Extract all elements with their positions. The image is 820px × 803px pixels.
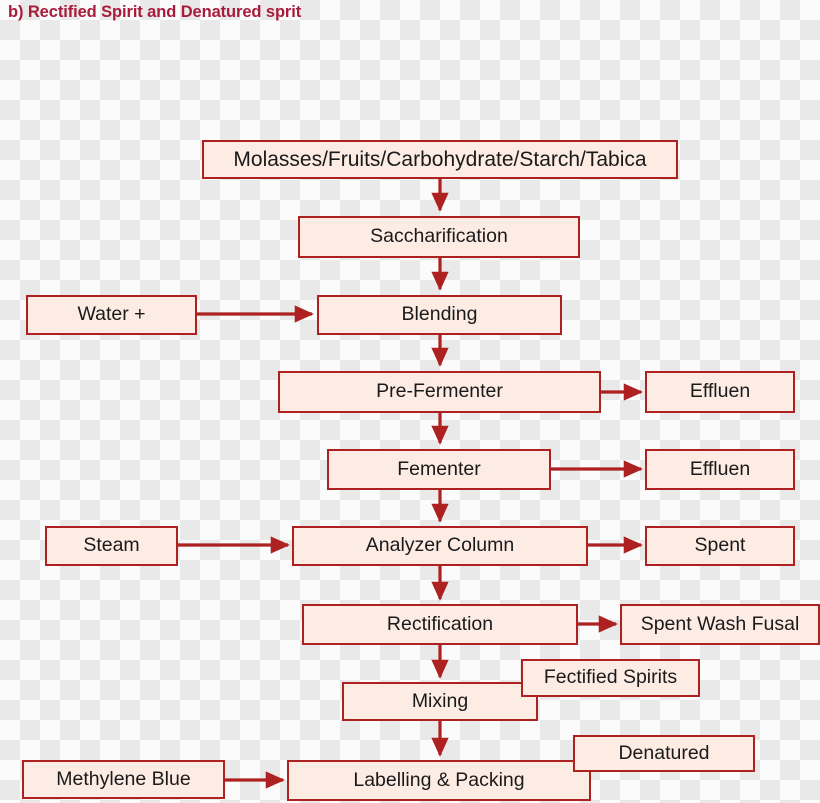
- node-effluent-2[interactable]: Effluen: [645, 449, 795, 490]
- node-saccharification[interactable]: Saccharification: [298, 216, 580, 258]
- node-analyzer-column[interactable]: Analyzer Column: [292, 526, 588, 566]
- node-denatured[interactable]: Denatured: [573, 735, 755, 772]
- node-spent-wash-fusal[interactable]: Spent Wash Fusal: [620, 604, 820, 645]
- node-blending[interactable]: Blending: [317, 295, 562, 335]
- node-feedstock[interactable]: Molasses/Fruits/Carbohydrate/Starch/Tabi…: [202, 140, 678, 179]
- node-spent[interactable]: Spent: [645, 526, 795, 566]
- node-mixing[interactable]: Mixing: [342, 682, 538, 721]
- node-labelling-packing[interactable]: Labelling & Packing: [287, 760, 591, 801]
- node-rectification[interactable]: Rectification: [302, 604, 578, 645]
- diagram-canvas: b) Rectified Spirit and Denatured sprit …: [0, 0, 820, 803]
- node-fermenter[interactable]: Fementer: [327, 449, 551, 490]
- node-effluent-1[interactable]: Effluen: [645, 371, 795, 413]
- node-steam[interactable]: Steam: [45, 526, 178, 566]
- node-pre-fermenter[interactable]: Pre-Fermenter: [278, 371, 601, 413]
- node-rectified-spirits[interactable]: Fectified Spirits: [521, 659, 700, 697]
- node-water[interactable]: Water +: [26, 295, 197, 335]
- node-methylene-blue[interactable]: Methylene Blue: [22, 760, 225, 799]
